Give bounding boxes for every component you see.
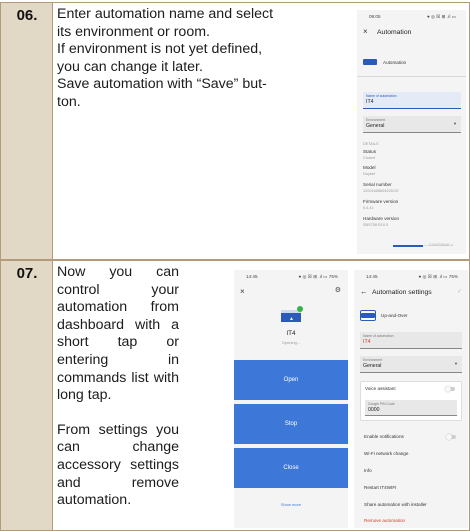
serial-label: Serial number xyxy=(363,182,392,187)
text-line: Save automation with “Save” but- xyxy=(57,76,267,93)
show-more-link[interactable]: Show more xyxy=(234,502,348,507)
device-label: Automation xyxy=(383,60,407,65)
close-icon[interactable]: × xyxy=(240,287,245,296)
text-line: Enter automation name and select xyxy=(57,6,274,22)
serial-value: 1200116B60422DCE xyxy=(363,189,399,193)
wifi-network-change-item[interactable]: Wi-Fi network change xyxy=(364,451,408,456)
step-number-cell: 06. xyxy=(1,3,53,259)
field-value: General xyxy=(366,123,385,129)
text-line: ton. xyxy=(57,93,81,110)
voice-assistant-toggle[interactable] xyxy=(445,386,455,392)
environment-select[interactable]: Environment General ▼ xyxy=(363,116,461,133)
hardware-value: SBS758 R10.0 xyxy=(363,223,389,227)
text-line: If environment is not yet defined, xyxy=(57,41,263,58)
automation-dashboard-screen: 14:45 ● ◎ ☒ ⊞ .ıl ▭ 75% × ⚙ ▲ IT4 Openin… xyxy=(234,270,348,528)
status-icons: ● ◎ ☒ ⊞ .ıl ▭ xyxy=(426,14,456,19)
text-paragraph: From settings you can change accessory s… xyxy=(57,421,179,509)
hardware-label: Hardware version xyxy=(363,216,399,221)
field-value: IT4 xyxy=(363,339,371,345)
notifications-toggle[interactable] xyxy=(446,434,456,440)
status-time: 14:45 xyxy=(246,274,258,279)
online-status-icon xyxy=(297,306,303,312)
text-line: you can change it later. xyxy=(57,58,203,75)
step-number: 06. xyxy=(16,7,38,24)
field-label: Environment xyxy=(363,358,383,362)
voice-assistant-label: Voice assistant xyxy=(365,386,396,391)
field-label: Name of automation xyxy=(366,94,397,98)
manual-page: 06. Enter automation name and select its… xyxy=(0,0,470,531)
automation-device-icon xyxy=(363,59,377,65)
status-icons: ● ◎ ☒ ⊞ .ıl ▭ 75% xyxy=(418,274,458,279)
status-time: 09:05 xyxy=(369,14,381,19)
screen-title: Automation settings xyxy=(372,289,432,296)
open-button[interactable]: Open xyxy=(234,360,348,400)
restart-item[interactable]: Restart IT4WIFI xyxy=(364,485,396,490)
chevron-down-icon: ▼ xyxy=(453,121,457,126)
share-automation-item[interactable]: Share automation with installer xyxy=(364,502,427,507)
device-icon-frame xyxy=(360,310,376,321)
device-name: IT4 xyxy=(286,330,296,337)
text-line: its environment or room. xyxy=(57,23,210,40)
screen-title: Automation xyxy=(377,29,412,36)
firmware-value: 0.4.41 xyxy=(363,206,374,210)
stop-button[interactable]: Stop xyxy=(234,404,348,444)
divider xyxy=(357,76,466,77)
field-value: 0000 xyxy=(368,407,380,413)
device-status: Opening... xyxy=(281,340,301,345)
google-pin-field[interactable]: Google PIN Code 0000 xyxy=(365,400,457,416)
up-and-over-icon xyxy=(361,313,375,318)
back-arrow-icon[interactable]: ← xyxy=(360,287,368,296)
step-06-text: Enter automation name and select its env… xyxy=(57,6,347,112)
continue-button[interactable]: CONTINUE > xyxy=(429,242,453,247)
close-button[interactable]: Close xyxy=(234,448,348,488)
progress-bar xyxy=(393,245,423,247)
info-item[interactable]: Info xyxy=(364,468,372,473)
field-label: Google PIN Code xyxy=(368,402,395,406)
automation-settings-screen: 14:45 ● ◎ ☒ ⊞ .ıl ▭ 75% ← Automation set… xyxy=(354,270,468,528)
status-icons: ● ◎ ☒ ⊞ .ıl ▭ 75% xyxy=(298,274,338,279)
arrow-up-icon: ▲ xyxy=(289,316,294,322)
field-label: Name of automation xyxy=(363,334,394,338)
remove-automation-item[interactable]: Remove automation xyxy=(364,518,405,523)
model-value: Daybet xyxy=(363,172,376,176)
gear-icon[interactable]: ⚙ xyxy=(335,286,341,294)
environment-select[interactable]: Environment General ▼ xyxy=(360,356,462,373)
automation-name-field[interactable]: Name of automation IT4 xyxy=(363,92,461,109)
details-heading: DETAILS xyxy=(363,142,379,146)
automation-setup-screen: 09:05 ● ◎ ☒ ⊞ .ıl ▭ × Automation Automat… xyxy=(357,10,466,254)
device-type-label: Up-and-Over xyxy=(381,313,408,318)
step-number: 07. xyxy=(16,265,38,282)
step-number-cell: 07. xyxy=(1,261,53,530)
enable-notifications-label: Enable notifications xyxy=(364,434,404,439)
model-label: Model xyxy=(363,165,376,170)
firmware-label: Firmware version xyxy=(363,199,399,204)
status-label: Status xyxy=(363,149,377,154)
field-label: Environment xyxy=(366,118,386,122)
check-icon[interactable]: ✓ xyxy=(457,288,462,295)
field-value: General xyxy=(363,363,382,369)
automation-name-field[interactable]: Name of automation IT4 xyxy=(360,332,462,349)
field-value: IT4 xyxy=(366,99,374,105)
close-icon[interactable]: × xyxy=(363,27,368,36)
chevron-down-icon: ▼ xyxy=(454,361,458,366)
status-value: Closed xyxy=(363,156,375,160)
step-07-text: Now you can control your automation from… xyxy=(57,264,179,527)
voice-assistant-card: Voice assistant Google PIN Code 0000 xyxy=(360,381,462,421)
text-paragraph: Now you can control your automation from… xyxy=(57,264,179,404)
status-time: 14:45 xyxy=(366,274,378,279)
